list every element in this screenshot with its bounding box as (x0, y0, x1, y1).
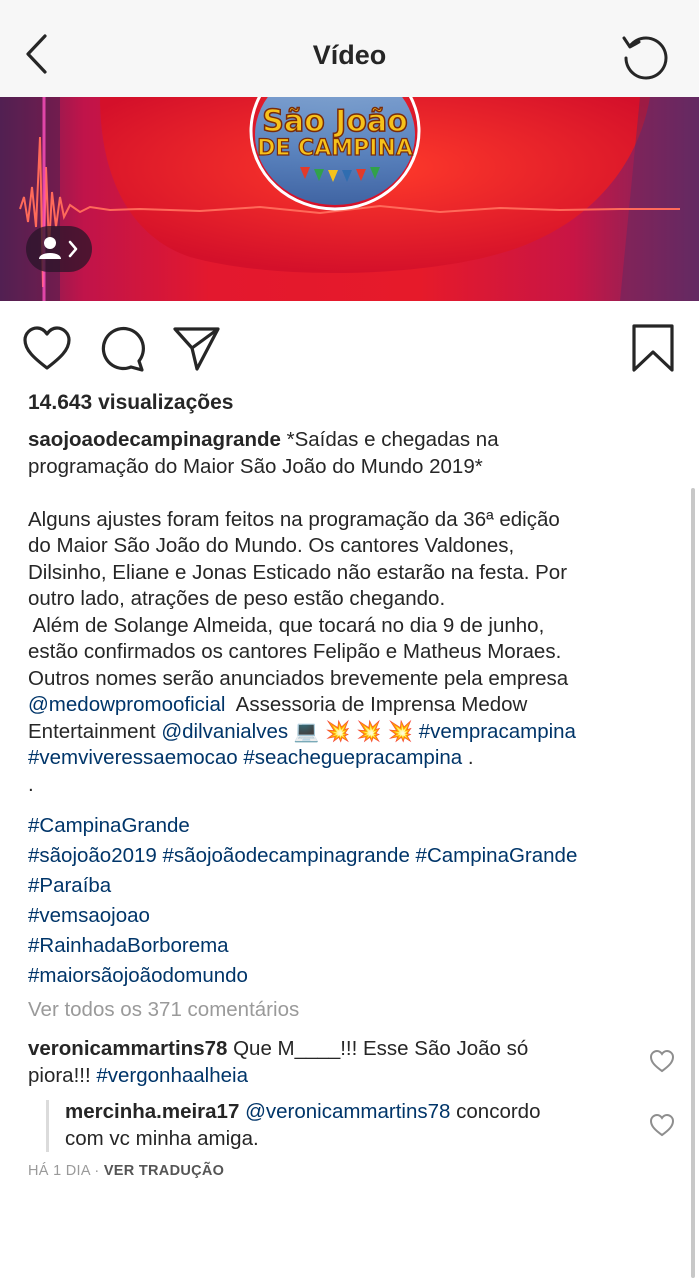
scrollbar[interactable] (691, 488, 695, 1278)
page-title: Vídeo (312, 40, 387, 70)
comment-reply: mercinha.meira17 @veronicammartins78 con… (65, 1099, 625, 1152)
comment-text: piora!!! (28, 1063, 97, 1087)
caption-line: Alguns ajustes foram feitos na programaç… (28, 507, 560, 531)
heart-icon[interactable] (22, 324, 72, 374)
mention-link[interactable]: @dilvanialves (161, 720, 288, 743)
caption-line: Dilsinho, Eliane e Jonas Esticado não es… (28, 560, 568, 584)
video-player[interactable]: São João DE CAMPINA (0, 97, 699, 301)
hashtag-link[interactable]: #vempracampina (419, 720, 576, 743)
comment: veronicammartins78 Que M____!!! Esse São… (28, 1036, 628, 1089)
person-icon (39, 237, 78, 259)
caption-dot: . (28, 772, 34, 796)
hashtag-link[interactable]: #seacheguepracampina (243, 746, 462, 769)
top-bar: Vídeo (0, 0, 699, 97)
caption-line: outro lado, atrações de peso estão chega… (28, 587, 446, 610)
caption-line: estão confirmados os cantores Felipão e … (28, 640, 562, 663)
heart-icon[interactable] (649, 1113, 675, 1137)
caption-text: . (462, 746, 474, 769)
logo-line-1: São João (262, 104, 408, 139)
emoji-text: 💻 💥 💥 💥 (288, 719, 419, 743)
heart-icon[interactable] (649, 1049, 675, 1073)
hashtag-link[interactable]: #maiorsãojoãodomundo (28, 961, 688, 991)
see-translation-link[interactable]: VER TRADUÇÃO (104, 1163, 224, 1179)
logo-line-2: DE CAMPINA (257, 136, 413, 161)
post-meta: HÁ 1 DIA · VER TRADUÇÃO (28, 1163, 224, 1179)
send-icon[interactable] (172, 324, 222, 374)
caption-text: Assessoria de Imprensa Medow (225, 693, 528, 716)
hashtag-link[interactable]: #Paraíba (28, 871, 688, 901)
hashtag-link[interactable]: #RainhadaBorborema (28, 931, 688, 961)
reply-text: com vc minha amiga. (65, 1126, 259, 1150)
comment-username[interactable]: veronicammartins78 (28, 1037, 227, 1060)
mention-link[interactable]: @veronicammartins78 (245, 1100, 450, 1123)
hashtag-link[interactable]: #vemsaojoao (28, 901, 688, 931)
timestamp: HÁ 1 DIA · (28, 1163, 104, 1179)
caption-username[interactable]: saojoaodecampinagrande (28, 428, 281, 451)
mention-link[interactable]: @medowpromooficial (28, 693, 225, 716)
caption-line: Além de Solange Almeida, que tocará no d… (28, 613, 545, 637)
hashtag-list: #CampinaGrande #sãojoão2019 #sãojoãodeca… (28, 811, 688, 991)
action-bar (0, 320, 699, 380)
hashtag-link[interactable]: #vergonhaalheia (96, 1064, 248, 1087)
video-artwork: São João DE CAMPINA (0, 97, 699, 301)
view-all-comments-link[interactable]: Ver todos os 371 comentários (28, 998, 299, 1022)
caption-title: *Saídas e chegadas na (280, 428, 499, 451)
caption-line: do Maior São João do Mundo. Os cantores … (28, 534, 515, 557)
refresh-icon[interactable] (618, 28, 672, 82)
hashtag-link[interactable]: #CampinaGrande (28, 811, 688, 841)
caption-text: Entertainment (28, 719, 162, 743)
bookmark-icon[interactable] (628, 324, 678, 374)
view-count: 14.643 visualizações (28, 391, 234, 414)
hashtag-link[interactable]: #vemviveressaemocao (28, 746, 238, 769)
hashtag-link[interactable]: #sãojoão2019 #sãojoãodecampinagrande #Ca… (28, 841, 688, 871)
reply-divider (46, 1100, 49, 1152)
caption-line: Outros nomes serão anunciados brevemente… (28, 666, 569, 690)
comment-icon[interactable] (98, 324, 148, 374)
comment-text: Que M____!!! Esse São João só (227, 1037, 529, 1060)
reply-text: concordo (450, 1100, 541, 1123)
post-caption: saojoaodecampinagrande *Saídas e chegada… (28, 427, 668, 798)
tagged-people-button[interactable] (26, 226, 92, 272)
reply-username[interactable]: mercinha.meira17 (65, 1100, 239, 1123)
caption-title-line-2: programação do Maior São João do Mundo 2… (28, 454, 483, 478)
